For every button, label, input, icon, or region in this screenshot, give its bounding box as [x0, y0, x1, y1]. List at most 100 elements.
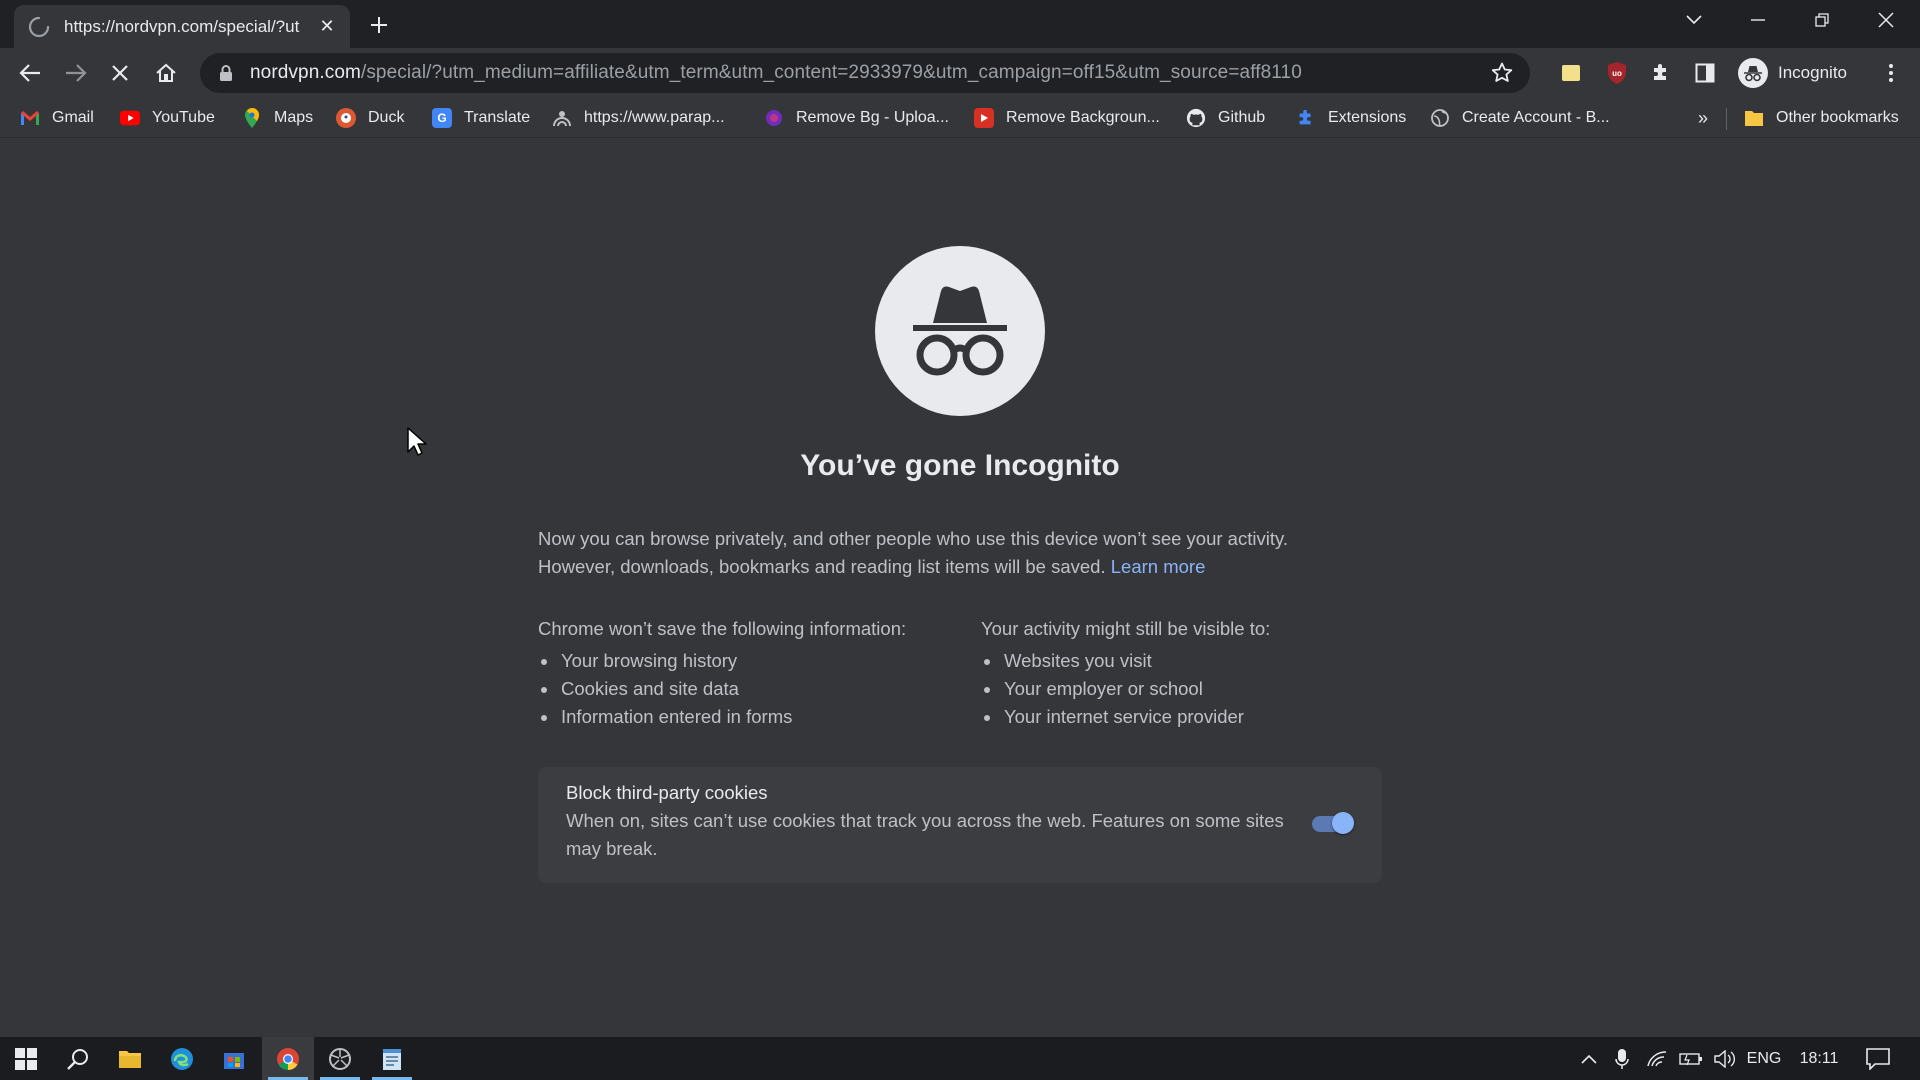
list-item: Your internet service provider [981, 703, 1270, 731]
block-cookies-toggle[interactable] [1310, 812, 1354, 834]
bookmark-extensions[interactable]: Extensions [1296, 106, 1406, 130]
edge-button[interactable] [156, 1037, 208, 1080]
bookmark-label: Gmail [52, 109, 94, 126]
bookmarks-bar: Gmail YouTube Maps Duck G Translate http… [0, 98, 1920, 138]
chrome-icon [277, 1047, 299, 1070]
aperture-icon [329, 1047, 351, 1070]
notepad-taskbar-button[interactable] [366, 1037, 418, 1080]
bookmark-maps[interactable]: Maps [242, 106, 313, 130]
list-item: Websites you visit [981, 647, 1270, 675]
bookmark-label: Duck [368, 109, 405, 126]
svg-text:uo: uo [1612, 69, 1622, 78]
bookmark-create-account[interactable]: Create Account - B... [1430, 106, 1610, 130]
clock[interactable]: 18:11 [1792, 1037, 1846, 1080]
stop-icon [112, 65, 128, 81]
windows-logo-icon [15, 1047, 37, 1070]
home-icon [156, 63, 176, 82]
restore-button[interactable] [1790, 0, 1854, 40]
bookmark-label: YouTube [152, 109, 215, 126]
bookmark-duck[interactable]: Duck [336, 106, 404, 130]
folder-icon [1744, 108, 1764, 128]
bookmark-label: Extensions [1328, 109, 1407, 126]
start-button[interactable] [0, 1037, 52, 1080]
bookmark-label: Translate [464, 109, 531, 126]
edge-icon [171, 1047, 193, 1070]
learn-more-link[interactable]: Learn more [1111, 556, 1206, 577]
globe-icon [1430, 108, 1450, 128]
taskbar-search-button[interactable] [52, 1037, 104, 1080]
bookmark-gmail[interactable]: Gmail [20, 106, 94, 130]
arrow-right-icon [66, 64, 87, 82]
side-panel-icon [1695, 63, 1715, 83]
list-item: Cookies and site data [538, 675, 906, 703]
extension-note-icon[interactable] [1558, 60, 1584, 86]
bookmark-github[interactable]: Github [1186, 106, 1265, 130]
mouse-cursor-icon [407, 427, 427, 456]
notification-icon [1866, 1047, 1890, 1070]
side-panel-button[interactable] [1692, 60, 1718, 86]
incognito-profile-button[interactable]: Incognito [1734, 55, 1854, 91]
bookmarks-overflow-button[interactable]: » [1698, 106, 1708, 130]
bookmark-translate[interactable]: G Translate [432, 106, 530, 130]
incognito-avatar-icon [1738, 58, 1768, 88]
github-icon [1186, 108, 1206, 128]
close-icon [1878, 12, 1894, 28]
duck-icon [336, 108, 356, 128]
minimize-icon [1751, 19, 1765, 21]
windows-taskbar: ENG 18:11 [0, 1037, 1920, 1080]
battery-tray-button[interactable] [1676, 1037, 1706, 1080]
store-button[interactable] [208, 1037, 260, 1080]
chrome-taskbar-button[interactable] [262, 1037, 314, 1080]
maps-icon [242, 108, 262, 128]
extensions-button[interactable] [1648, 60, 1674, 86]
microphone-tray-button[interactable] [1608, 1037, 1636, 1080]
input-language-button[interactable]: ENG [1744, 1037, 1784, 1080]
forward-button[interactable] [54, 51, 98, 95]
action-center-button[interactable] [1858, 1037, 1898, 1080]
close-window-button[interactable] [1854, 0, 1918, 40]
translate-icon: G [432, 108, 452, 128]
activity-visible-column: Your activity might still be visible to:… [981, 615, 1270, 731]
new-tab-button[interactable] [364, 10, 394, 40]
ublock-icon[interactable]: uo [1604, 60, 1630, 86]
volume-tray-button[interactable] [1710, 1037, 1740, 1080]
intro-text: Now you can browse privately, and other … [538, 525, 1398, 581]
chevron-down-icon [1686, 15, 1702, 25]
incognito-page: You’ve gone Incognito Now you can browse… [0, 139, 1920, 1037]
bookmark-label: Create Account - B... [1462, 109, 1610, 126]
store-icon [224, 1052, 244, 1069]
bookmark-remove-background[interactable]: Remove Backgroun... [974, 106, 1160, 130]
minimize-button[interactable] [1726, 0, 1790, 40]
stop-loading-button[interactable] [98, 51, 142, 95]
network-tray-button[interactable] [1642, 1037, 1672, 1080]
bookmark-parap[interactable]: https://www.parap... [552, 106, 725, 130]
cookie-card-title: Block third-party cookies [566, 782, 768, 803]
right-column-list: Websites you visit Your employer or scho… [981, 647, 1270, 731]
back-button[interactable] [8, 51, 52, 95]
address-bar[interactable]: nordvpn.com/special/?utm_medium=affiliat… [200, 53, 1530, 93]
other-bookmarks-folder[interactable]: Other bookmarks [1744, 106, 1899, 130]
bookmark-label: Remove Backgroun... [1006, 109, 1160, 126]
app-taskbar-button[interactable] [314, 1037, 366, 1080]
remove-background-icon [974, 108, 994, 128]
tab-search-button[interactable] [1662, 0, 1726, 40]
folder-icon [119, 1050, 141, 1068]
bookmark-youtube[interactable]: YouTube [120, 106, 215, 130]
plus-icon [371, 17, 387, 33]
tab-close-icon[interactable]: ✕ [316, 16, 338, 38]
intro-line-2: However, downloads, bookmarks and readin… [538, 553, 1398, 581]
extensions-icon [1296, 108, 1316, 128]
star-icon[interactable] [1490, 61, 1514, 85]
lock-icon[interactable] [216, 63, 236, 83]
bookmark-label: Remove Bg - Uploa... [796, 109, 949, 126]
menu-button[interactable] [1878, 60, 1904, 86]
file-explorer-button[interactable] [104, 1037, 156, 1080]
parap-icon [552, 108, 572, 128]
show-hidden-icons-button[interactable] [1574, 1037, 1604, 1080]
home-button[interactable] [144, 51, 188, 95]
bookmarks-separator [1726, 108, 1727, 130]
kebab-menu-icon [1889, 64, 1893, 82]
url-text[interactable]: nordvpn.com/special/?utm_medium=affiliat… [250, 62, 1490, 84]
bookmark-remove-bg[interactable]: Remove Bg - Uploa... [764, 106, 949, 130]
tab-nordvpn[interactable]: https://nordvpn.com/special/?ut ✕ [14, 5, 350, 48]
